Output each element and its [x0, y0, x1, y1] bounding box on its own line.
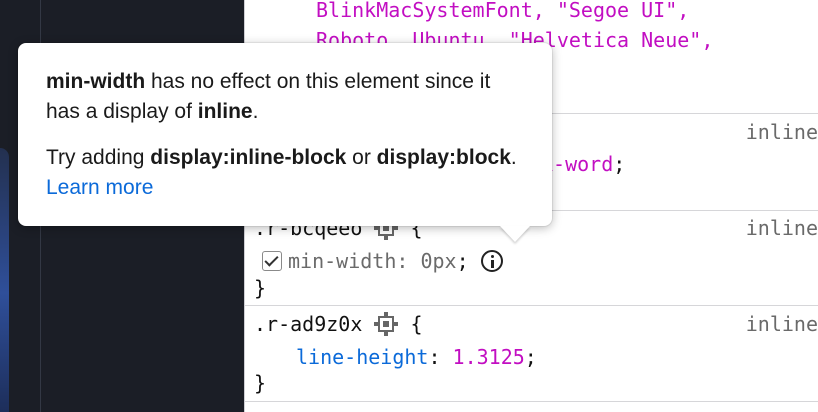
- line-height-declaration: line-height: 1.3125;: [296, 341, 537, 373]
- semicolon: ;: [613, 152, 626, 176]
- rule-source-link[interactable]: inline: [746, 116, 818, 148]
- inactive-css-tooltip: min-width has no effect on this element …: [18, 43, 552, 226]
- semicolon: ;: [524, 345, 537, 369]
- tooltip-message: min-width has no effect on this element …: [46, 67, 524, 127]
- tooltip-text: .: [252, 100, 259, 123]
- rule-source-link[interactable]: inline: [746, 308, 818, 340]
- selector-gear-icon[interactable]: [374, 312, 399, 336]
- overflow-wrap-declaration: k-word;: [541, 148, 625, 180]
- tooltip-text: or: [346, 146, 377, 169]
- semicolon: ;: [456, 249, 469, 273]
- declaration-enable-checkbox[interactable]: [262, 251, 282, 271]
- tooltip-property: min-width: [46, 70, 146, 93]
- learn-more-link[interactable]: Learn more: [46, 176, 153, 199]
- colon: :: [428, 345, 441, 369]
- page-blue-element: [0, 148, 9, 412]
- open-brace: {: [410, 312, 423, 336]
- close-brace: }: [254, 276, 267, 300]
- tooltip-text: .: [510, 146, 517, 169]
- colon: :: [396, 249, 409, 273]
- devtools-window: BlinkMacSystemFont, "Segoe UI", Roboto, …: [0, 0, 818, 412]
- tooltip-suggestion-code: display:inline-block: [150, 146, 347, 169]
- rule-divider: [245, 401, 818, 402]
- tooltip-suggestion-code: display:block: [376, 146, 511, 169]
- rule-r-ad9z0x-header: .r-ad9z0x {: [254, 308, 423, 340]
- declaration-property[interactable]: min-width: [288, 249, 396, 273]
- tooltip-text: Try adding: [46, 146, 151, 169]
- rule-divider: [245, 305, 818, 306]
- rule-source-link[interactable]: inline: [746, 212, 818, 244]
- tooltip-display-value: inline: [197, 100, 253, 123]
- tooltip-arrow: [500, 226, 530, 242]
- tooltip-fix-suggestion: Try adding display:inline-block or displ…: [46, 143, 524, 203]
- declaration-value[interactable]: 1.3125: [453, 345, 525, 369]
- close-brace: }: [254, 371, 267, 395]
- rule-selector[interactable]: .r-ad9z0x: [254, 312, 362, 336]
- info-icon[interactable]: [480, 250, 503, 272]
- font-family-value-line-1: BlinkMacSystemFont, "Segoe UI",: [316, 0, 690, 22]
- declaration-property[interactable]: line-height: [296, 345, 428, 369]
- declaration-value[interactable]: 0px: [420, 249, 456, 273]
- min-width-declaration: min-width: 0px;: [262, 245, 503, 277]
